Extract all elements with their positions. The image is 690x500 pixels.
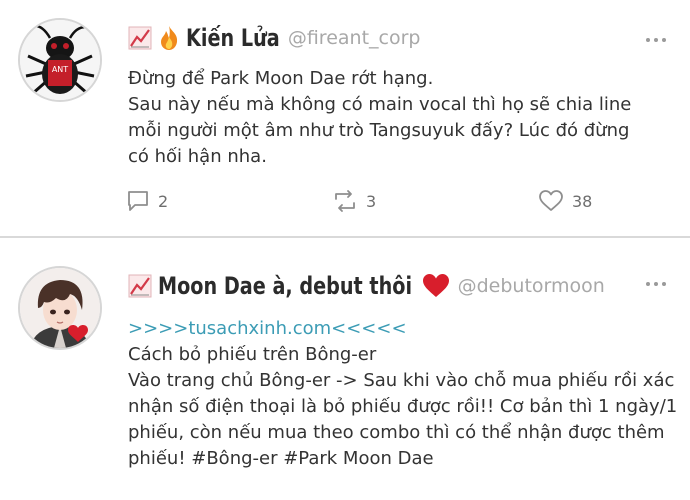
link-text[interactable]: >>>>tusachxinh.com<<<<<: [128, 316, 668, 342]
user-handle[interactable]: @debutormoon: [458, 275, 605, 297]
reply-icon: [128, 191, 148, 211]
like-icon: [539, 190, 563, 211]
retweet-button[interactable]: 3: [332, 186, 376, 216]
display-name[interactable]: Kiến Lửa: [186, 24, 280, 52]
fire-ant-avatar-icon: ANT: [20, 20, 100, 100]
anime-boy-avatar-icon: [20, 268, 100, 348]
retweet-count: 3: [366, 191, 377, 211]
fire-icon: [161, 26, 178, 50]
tweet-text: Đừng để Park Moon Dae rớt hạng. Sau này …: [128, 66, 668, 170]
tweet-text-line: có hối hận nha.: [128, 146, 267, 167]
avatar[interactable]: ANT: [18, 18, 102, 102]
tweet-text-line: mỗi người một âm như trò Tangsuyuk đấy? …: [128, 120, 630, 141]
tweet-text-line: phiếu! #Bông-er #Park Moon Dae: [128, 448, 434, 469]
svg-text:ANT: ANT: [52, 65, 68, 74]
tweet-text-line: phiếu, còn nếu mua theo combo thì có thể…: [128, 422, 665, 443]
tweet-text-line: Sau này nếu mà không có main vocal thì h…: [128, 94, 632, 115]
like-button[interactable]: 38: [538, 186, 592, 216]
reply-count: 2: [158, 191, 169, 211]
divider: [0, 236, 690, 238]
tweet-card[interactable]: Moon Dae à, debut thôi @debutormoon >>>>…: [0, 242, 690, 500]
avatar[interactable]: [18, 266, 102, 350]
tweet-text-line: Vào trang chủ Bông-er -> Sau khi vào chỗ…: [128, 370, 675, 391]
more-dots-icon[interactable]: [646, 36, 666, 44]
tweet-header: Moon Dae à, debut thôi @debutormoon: [128, 270, 605, 302]
more-dots-icon[interactable]: [646, 280, 666, 288]
tweet-text-line: nhận số điện thoại là bỏ phiếu được rồi!…: [128, 396, 678, 417]
trend-chart-icon: [128, 26, 152, 50]
red-heart-icon: [422, 274, 449, 297]
tweet-text-line: Đừng để Park Moon Dae rớt hạng.: [128, 68, 434, 89]
tweet-text: >>>>tusachxinh.com<<<<< Cách bỏ phiếu tr…: [128, 316, 678, 472]
tweet-header: Kiến Lửa @fireant_corp: [128, 22, 420, 54]
tweet-actions: 2 3 38: [126, 186, 596, 216]
retweet-icon: [335, 190, 355, 212]
user-handle[interactable]: @fireant_corp: [288, 27, 421, 49]
display-name[interactable]: Moon Dae à, debut thôi: [158, 272, 412, 300]
tweet-text-line: Cách bỏ phiếu trên Bông-er: [128, 344, 377, 365]
tweet-card[interactable]: ANT Kiến Lửa @fireant_corp Đừng để Park …: [0, 0, 690, 238]
trend-chart-icon: [128, 274, 152, 298]
like-count: 38: [572, 191, 593, 211]
reply-button[interactable]: 2: [126, 186, 168, 216]
